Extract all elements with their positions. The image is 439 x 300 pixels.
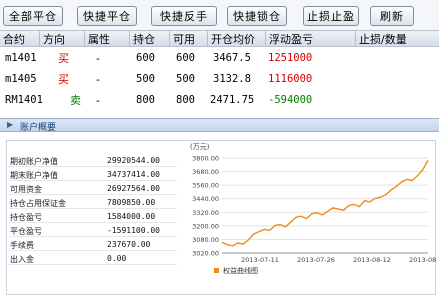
col-direction[interactable]: 方向	[40, 31, 85, 46]
account-item-label: 平仓盈亏	[10, 227, 42, 236]
available-cell: 800	[176, 94, 195, 106]
account-item: 期末账户净值 34737414.00	[9, 170, 177, 181]
y-tick-label: 3200.00	[192, 222, 219, 230]
account-item-value: 237670.00	[107, 240, 151, 249]
account-item-label: 持仓占用保证金	[10, 199, 66, 208]
account-item-label: 手续费	[10, 241, 34, 250]
x-tick-label: 2013-08-27	[409, 256, 436, 264]
avg-price-cell: 3132.8	[213, 73, 251, 85]
table-header: 合约 方向 属性 持仓 可用 开仓均价 浮动盈亏 止损/数量	[0, 30, 439, 47]
available-cell: 500	[176, 73, 195, 85]
expand-arrow-icon[interactable]: ▶	[7, 120, 13, 129]
quick-lock-button[interactable]: 快捷锁仓	[227, 6, 287, 26]
close-all-button[interactable]: 全部平仓	[3, 6, 63, 26]
avg-price-cell: 3467.5	[213, 52, 251, 64]
y-tick-label: 3080.00	[192, 236, 219, 244]
legend-swatch	[214, 268, 219, 273]
float-pnl-cell: 1251000	[268, 52, 313, 64]
col-stop-qty[interactable]: 止损/数量	[356, 31, 439, 46]
account-item: 期初账户净值 29920544.00	[9, 156, 177, 167]
y-tick-label: 3680.00	[192, 168, 219, 176]
contract-cell: m1405	[5, 73, 37, 85]
col-available[interactable]: 可用	[170, 31, 208, 46]
x-tick-label: 2013-08-12	[353, 256, 391, 264]
account-item-value: 34737414.00	[107, 170, 160, 179]
account-item-label: 可用资金	[10, 185, 42, 194]
table-row[interactable]: m1405 买 - 500 500 3132.8 1116000	[0, 68, 439, 90]
attribute-cell: -	[96, 72, 100, 86]
y-tick-label: 3020.00	[192, 250, 219, 258]
account-summary-bar[interactable]: ▶ 账户概要	[0, 118, 439, 133]
account-item: 可用资金 26927564.00	[9, 184, 177, 195]
account-item-value: -1591100.00	[107, 226, 160, 235]
refresh-button[interactable]: 刷新	[370, 6, 414, 26]
y-tick-label: 3800.00	[192, 155, 219, 163]
legend-label: 权益曲线图	[223, 266, 258, 275]
col-float-pnl[interactable]: 浮动盈亏	[266, 31, 356, 46]
account-summary-title: 账户概要	[20, 123, 57, 133]
y-tick-label: 3320.00	[192, 209, 219, 217]
account-item: 持仓占用保证金 7809850.00	[9, 198, 177, 209]
col-contract[interactable]: 合约	[0, 31, 40, 46]
account-item: 平仓盈亏 -1591100.00	[9, 226, 177, 237]
account-item-value: 26927564.00	[107, 184, 160, 193]
y-tick-label: 3560.00	[192, 182, 219, 190]
attribute-cell: -	[96, 51, 100, 65]
contract-cell: m1401	[5, 52, 37, 64]
table-row[interactable]: RM1401 卖 - 800 800 2471.75 -594000	[0, 89, 439, 111]
quick-reverse-button[interactable]: 快捷反手	[151, 6, 217, 26]
x-tick-label: 2013-07-11	[241, 256, 279, 264]
quick-close-button[interactable]: 快捷平仓	[77, 6, 137, 26]
hold-cell: 800	[136, 94, 155, 106]
table-row[interactable]: m1401 买 - 600 600 3467.5 1251000	[0, 47, 439, 69]
account-item-label: 持仓盈亏	[10, 213, 42, 222]
toolbar: 全部平仓 快捷平仓 快捷反手 快捷锁仓 止损止盈 刷新	[0, 0, 439, 30]
col-attribute[interactable]: 属性	[85, 31, 130, 46]
hold-cell: 500	[136, 73, 155, 85]
direction-cell: 买	[58, 52, 69, 65]
hold-cell: 600	[136, 52, 155, 64]
attribute-cell: -	[96, 93, 100, 107]
contract-cell: RM1401	[5, 94, 43, 106]
col-hold[interactable]: 持仓	[130, 31, 170, 46]
float-pnl-cell: -594000	[268, 94, 313, 106]
account-item-label: 期末账户净值	[10, 171, 58, 180]
account-item-value: 7809850.00	[107, 198, 156, 207]
col-avg-price[interactable]: 开仓均价	[208, 31, 266, 46]
account-item: 手续费 237670.00	[9, 240, 177, 251]
equity-curve-chart: (万元) 3800.00 3680.00 3560.00 3440.00 3320.00…	[190, 143, 436, 275]
account-item-value: 1584000.00	[107, 212, 156, 221]
direction-cell: 买	[58, 73, 69, 86]
y-axis-label: (万元)	[190, 143, 210, 151]
avg-price-cell: 2471.75	[210, 94, 255, 106]
account-item-value: 0.00	[107, 254, 127, 263]
stop-loss-profit-button[interactable]: 止损止盈	[303, 6, 359, 26]
account-item: 出入金 0.00	[9, 254, 177, 265]
account-item-label: 出入金	[10, 255, 34, 264]
y-tick-label: 3440.00	[192, 195, 219, 203]
account-item-label: 期初账户净值	[10, 157, 58, 166]
available-cell: 600	[176, 52, 195, 64]
x-tick-label: 2013-07-26	[297, 256, 335, 264]
equity-line	[221, 160, 429, 247]
direction-cell: 卖	[70, 94, 81, 107]
float-pnl-cell: 1116000	[268, 73, 313, 85]
account-item-value: 29920544.00	[107, 156, 160, 165]
account-item: 持仓盈亏 1584000.00	[9, 212, 177, 223]
